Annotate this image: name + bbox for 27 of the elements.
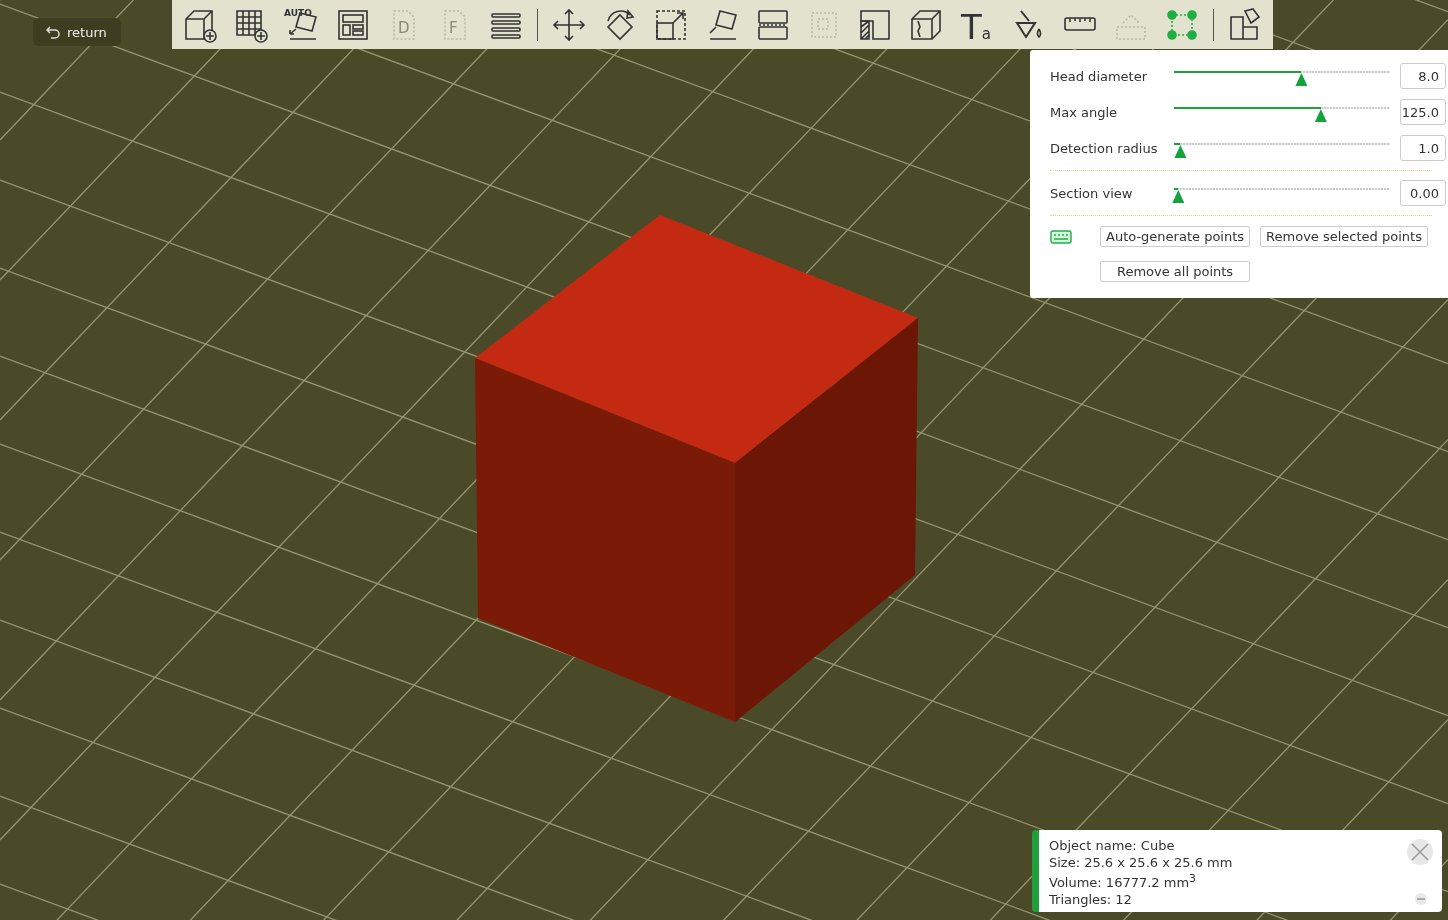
value-field[interactable]: 125.0 bbox=[1400, 99, 1446, 125]
value-field[interactable]: 0.00 bbox=[1400, 180, 1446, 206]
move-icon[interactable] bbox=[551, 6, 588, 43]
slider-thumb[interactable] bbox=[1295, 73, 1308, 86]
setting-label: Section view bbox=[1050, 185, 1134, 201]
setting-label: Detection radius bbox=[1050, 140, 1159, 156]
slider-thumb[interactable] bbox=[1314, 109, 1327, 122]
setting-label: Head diameter bbox=[1050, 68, 1149, 84]
slider-thumb[interactable] bbox=[1174, 145, 1187, 158]
action-button[interactable]: Remove selected points bbox=[1260, 226, 1428, 247]
setting-label: Max angle bbox=[1050, 104, 1119, 120]
keyboard-icon[interactable] bbox=[1050, 229, 1072, 244]
cube-drawing[interactable] bbox=[475, 215, 918, 722]
action-button[interactable]: Remove all points bbox=[1100, 261, 1251, 282]
action-button[interactable]: Auto-generate points bbox=[1100, 226, 1251, 247]
value-field[interactable]: 8.0 bbox=[1400, 63, 1446, 89]
text-icon[interactable]: Ta bbox=[959, 6, 996, 43]
info-text: Triangles: 12 bbox=[1049, 891, 1132, 909]
undo-icon bbox=[45, 25, 61, 39]
info-text: Volume: 16777.2 mm$^{3}$ bbox=[1049, 871, 1196, 892]
info-text: Size: 25.6 x 25.6 x 25.6 mm bbox=[1049, 854, 1233, 871]
close-icon[interactable] bbox=[1406, 838, 1434, 866]
value-field[interactable]: 1.0 bbox=[1400, 135, 1446, 161]
slider-thumb[interactable] bbox=[1172, 190, 1185, 203]
return-button[interactable]: return bbox=[33, 18, 121, 46]
info-text: Object name: Cube bbox=[1049, 838, 1175, 855]
minimize-icon[interactable] bbox=[1414, 892, 1428, 906]
